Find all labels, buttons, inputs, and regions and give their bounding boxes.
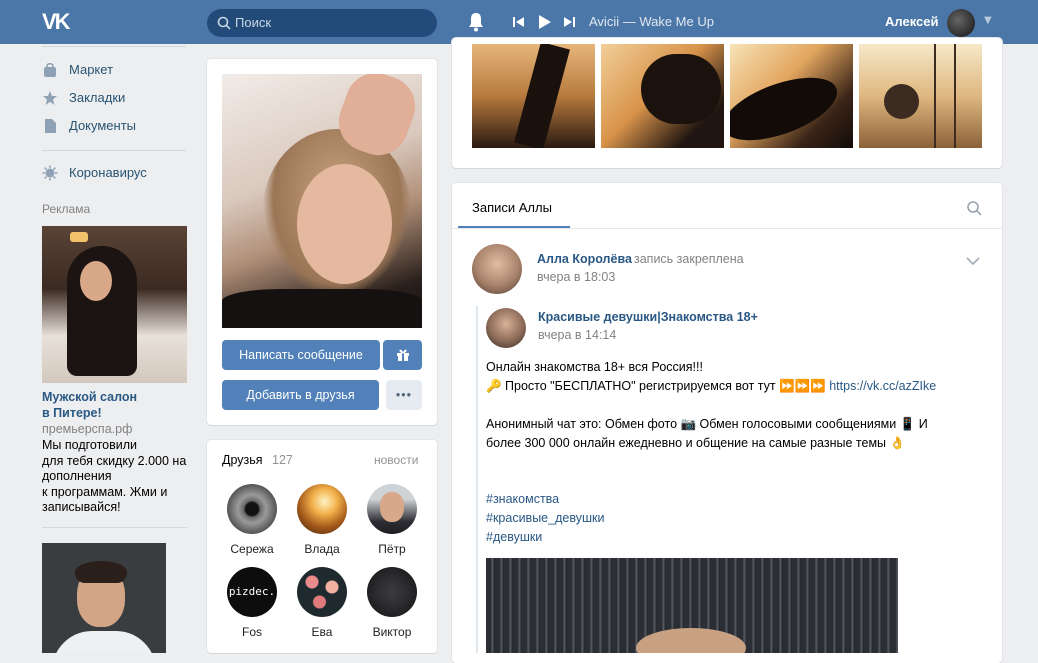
post-author-avatar[interactable] (472, 244, 522, 294)
divider (42, 46, 186, 47)
photo-thumbnail[interactable] (859, 44, 982, 148)
nav-label: Коронавирус (69, 165, 147, 180)
gift-icon (396, 349, 409, 361)
next-track-icon[interactable] (563, 16, 575, 28)
friend-name: Ева (311, 625, 333, 639)
nav-item-coronavirus[interactable]: Коронавирус (40, 163, 188, 183)
post-time[interactable]: вчера в 18:03 (537, 270, 615, 284)
vk-logo[interactable]: VK (42, 11, 76, 33)
add-friend-button[interactable]: Добавить в друзья (222, 380, 379, 410)
divider (42, 527, 187, 528)
friends-count: 127 (272, 453, 293, 467)
nav-label: Документы (69, 118, 137, 133)
repost-author[interactable]: Красивые девушки|Знакомства 18+ (538, 310, 758, 324)
photo-strip (472, 44, 982, 148)
profile-photo[interactable] (222, 74, 422, 328)
post-pinned-label: запись закреплена (634, 252, 744, 266)
nav-label: Закладки (69, 90, 126, 105)
document-icon (45, 119, 56, 133)
friend-avatar: pizdec. (227, 567, 277, 617)
post-text-line: Онлайн знакомства 18+ вся Россия!!! (486, 360, 703, 374)
photo-thumbnail[interactable] (472, 44, 595, 148)
user-avatar[interactable] (947, 9, 975, 37)
repost-author-avatar[interactable] (486, 308, 526, 348)
friend-avatar (297, 484, 347, 534)
friend-avatar (367, 567, 417, 617)
search-input[interactable]: Поиск (207, 9, 437, 37)
repost-line (476, 306, 478, 653)
notifications-bell-icon[interactable] (467, 12, 485, 32)
friends-news-link[interactable]: новости (374, 453, 418, 467)
ad-text: Мы подготовили для тебя скидку 2.000 на … (42, 438, 187, 514)
ads-label: Реклама (42, 202, 91, 216)
nav-item-market[interactable]: Маркет (40, 60, 188, 80)
nav-label: Маркет (69, 62, 114, 77)
hashtag-link[interactable]: #красивые_девушки (486, 511, 604, 525)
more-actions-button[interactable]: ••• (386, 380, 422, 410)
nav-item-documents[interactable]: Документы (40, 116, 188, 136)
friend-name: Виктор (372, 625, 412, 639)
photo-thumbnail[interactable] (730, 44, 853, 148)
friend-name: Fos (241, 625, 262, 639)
photo-thumbnail[interactable] (601, 44, 724, 148)
post-photo[interactable] (486, 558, 898, 653)
post-author[interactable]: Алла Королёва (537, 252, 632, 266)
friend-name: Пётр (378, 542, 406, 556)
virus-icon (42, 165, 58, 181)
current-track[interactable]: Avicii — Wake Me Up (589, 14, 714, 29)
write-message-button[interactable]: Написать сообщение (222, 340, 380, 370)
tab-posts[interactable]: Записи Аллы (472, 200, 552, 215)
prev-track-icon[interactable] (513, 16, 525, 28)
star-icon (43, 91, 57, 105)
ad-image[interactable] (42, 226, 187, 383)
friend-avatar (297, 567, 347, 617)
friend-avatar (367, 484, 417, 534)
chevron-down-icon[interactable] (966, 256, 980, 266)
gift-button[interactable] (383, 340, 422, 370)
chevron-down-icon[interactable]: ▼ (984, 15, 992, 26)
post-text: 🔑 Просто "БЕСПЛАТНО" регистрируемся вот … (486, 379, 826, 393)
ad-domain: премьерспа.рф (42, 422, 133, 436)
search-placeholder: Поиск (235, 15, 272, 30)
ad-title[interactable]: Мужской салон в Питере! (42, 389, 172, 421)
friends-title[interactable]: Друзья (222, 453, 263, 467)
hashtag-link[interactable]: #девушки (486, 530, 542, 544)
ad-image-2[interactable] (42, 543, 166, 653)
play-icon[interactable] (538, 14, 552, 30)
repost-time[interactable]: вчера в 14:14 (538, 328, 616, 342)
divider (452, 228, 1002, 229)
post-text-line: 🔑 Просто "БЕСПЛАТНО" регистрируемся вот … (486, 377, 936, 396)
divider (42, 150, 186, 151)
friend-avatar (227, 484, 277, 534)
user-name[interactable]: Алексей (885, 14, 939, 29)
search-icon[interactable] (966, 200, 982, 216)
post-link[interactable]: https://vk.cc/azZIke (829, 379, 936, 393)
post-text-line: более 300 000 онлайн ежедневно и общение… (486, 436, 906, 450)
post-text-line: Анонимный чат это: Обмен фото 📷 Обмен го… (486, 417, 928, 431)
nav-item-bookmarks[interactable]: Закладки (40, 88, 188, 108)
friend-name: Сережа (230, 542, 274, 556)
hashtag-link[interactable]: #знакомства (486, 492, 559, 506)
search-icon (217, 16, 231, 30)
friend-name: Влада (304, 542, 340, 556)
market-bag-icon (44, 62, 56, 77)
